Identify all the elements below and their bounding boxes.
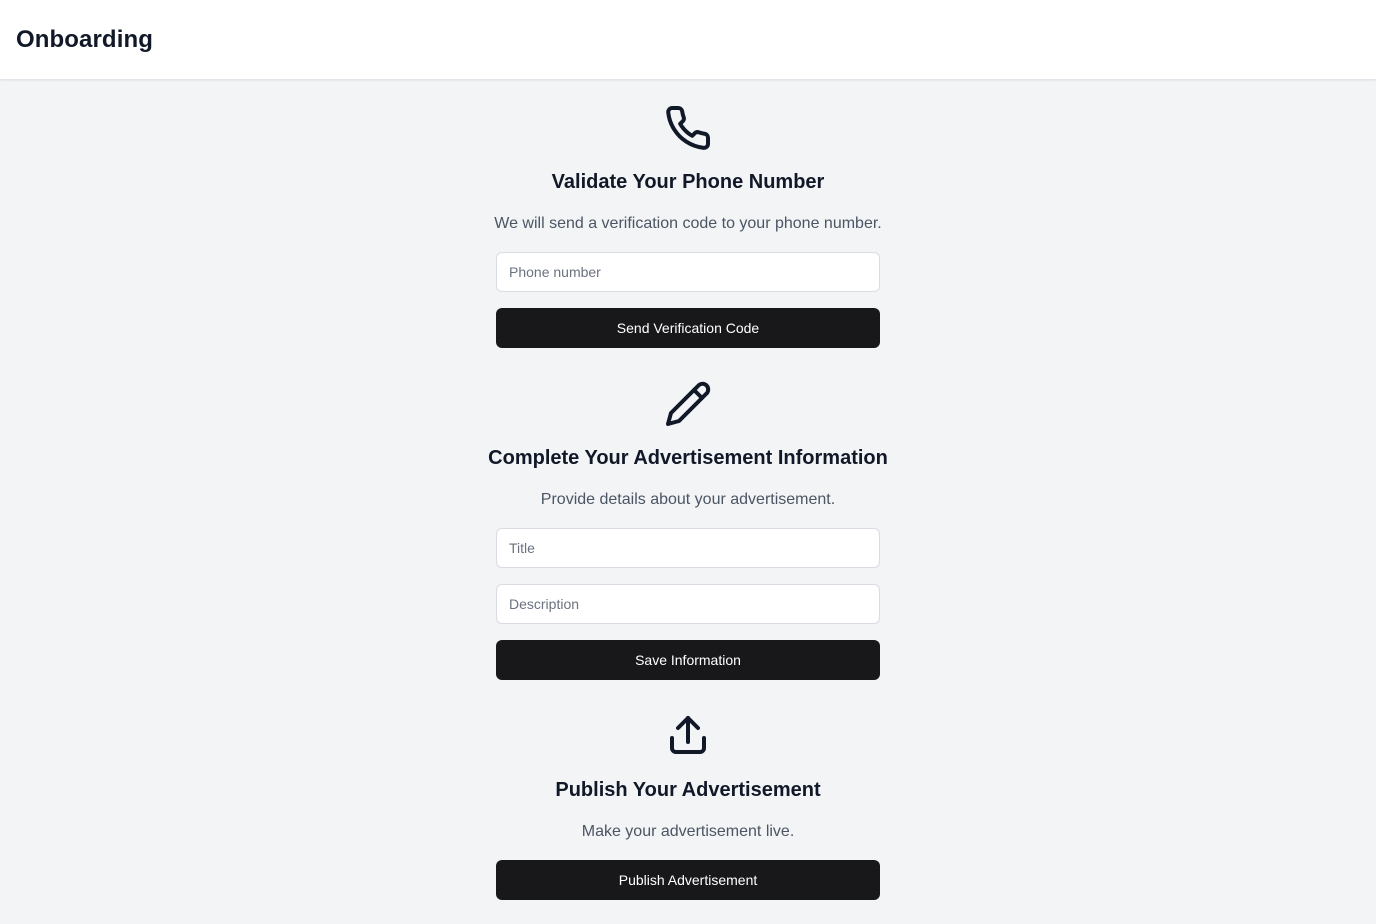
step-title: Complete Your Advertisement Information	[488, 447, 888, 469]
phone-number-input[interactable]	[496, 252, 880, 292]
ad-title-input[interactable]	[496, 528, 880, 568]
step-description: We will send a verification code to your…	[494, 215, 882, 232]
phone-icon	[664, 104, 712, 152]
step-title: Validate Your Phone Number	[551, 171, 825, 193]
app-header: Onboarding	[0, 0, 1376, 80]
step-title: Publish Your Advertisement	[555, 779, 821, 801]
step-description: Make your advertisement live.	[581, 823, 795, 840]
publish-advertisement-button[interactable]: Publish Advertisement	[496, 860, 880, 900]
pencil-icon	[664, 380, 712, 428]
onboarding-steps: Validate Your Phone Number We will send …	[0, 80, 1376, 924]
page-title: Onboarding	[16, 26, 153, 53]
send-verification-code-button[interactable]: Send Verification Code	[496, 308, 880, 348]
ad-description-input[interactable]	[496, 584, 880, 624]
save-information-button[interactable]: Save Information	[496, 640, 880, 680]
step-description: Provide details about your advertisement…	[540, 491, 836, 508]
upload-icon	[664, 712, 712, 760]
